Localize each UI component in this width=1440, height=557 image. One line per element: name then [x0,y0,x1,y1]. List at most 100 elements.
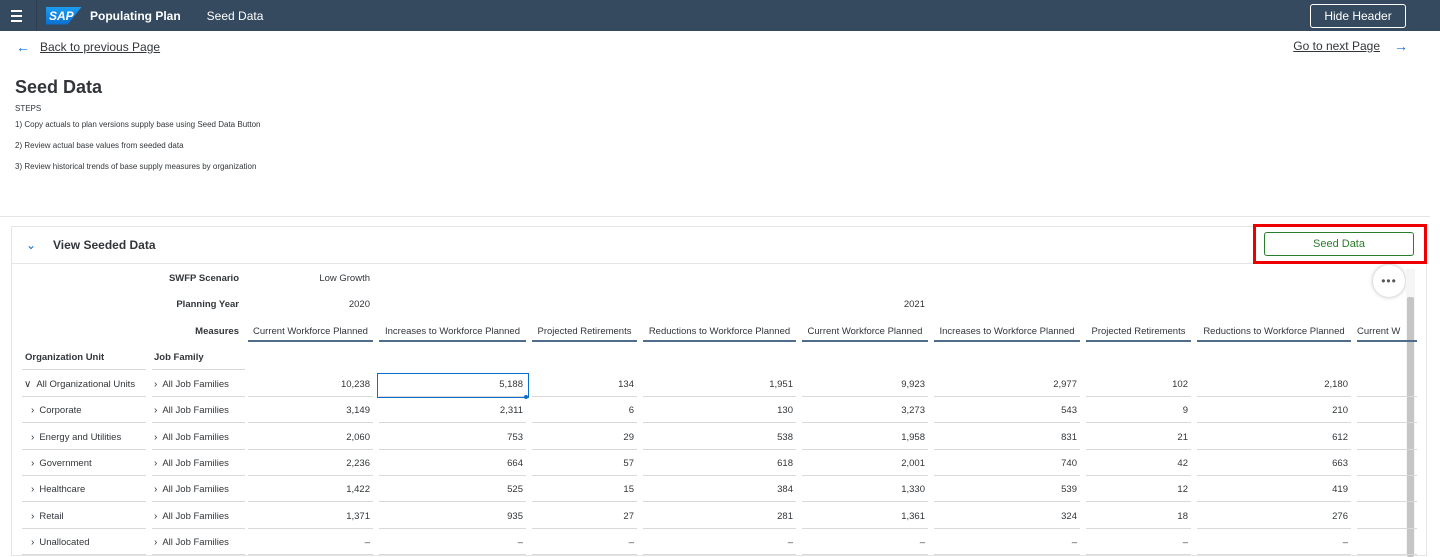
seed-data-button[interactable]: Seed Data [1264,232,1414,256]
data-cell[interactable]: 384 [643,484,793,495]
fill-handle[interactable] [524,395,528,399]
data-cell[interactable]: 10,238 [248,379,370,390]
job-family-cell[interactable]: › All Job Families [154,432,229,443]
org-unit-cell[interactable]: › Government [31,458,92,469]
chevron-right-icon[interactable]: › [154,458,157,469]
next-link-label[interactable]: Go to next Page [1293,39,1380,53]
data-cell[interactable]: 134 [532,379,634,390]
chevron-down-icon[interactable]: ∨ [24,379,31,390]
data-cell[interactable]: 935 [379,511,523,522]
sap-logo[interactable]: SAP [46,6,82,25]
data-cell[interactable]: 6 [532,405,634,416]
job-family-cell[interactable]: › All Job Families [154,511,229,522]
data-cell[interactable]: 1,951 [643,379,793,390]
job-family-cell[interactable]: › All Job Families [154,484,229,495]
measure-header[interactable]: Reductions to Workforce Planned [1197,326,1351,342]
org-unit-cell[interactable]: › Energy and Utilities [31,432,121,443]
data-cell[interactable]: – [1197,537,1348,548]
data-cell[interactable]: – [643,537,793,548]
measure-header[interactable]: Increases to Workforce Planned [934,326,1080,342]
org-unit-cell[interactable]: › Healthcare [31,484,85,495]
data-cell[interactable]: 538 [643,432,793,443]
data-cell[interactable]: 42 [1086,458,1188,469]
chevron-down-icon[interactable]: ⌄ [26,238,36,252]
chevron-right-icon[interactable]: › [31,484,34,495]
data-cell[interactable]: 27 [532,511,634,522]
job-family-cell[interactable]: › All Job Families [154,405,229,416]
data-cell[interactable]: 281 [643,511,793,522]
data-cell[interactable]: – [1086,537,1188,548]
chevron-right-icon[interactable]: › [154,405,157,416]
measure-header[interactable]: Projected Retirements [1086,326,1191,342]
data-cell[interactable]: 419 [1197,484,1348,495]
data-cell[interactable]: 18 [1086,511,1188,522]
org-unit-cell[interactable]: ∨ All Organizational Units [24,379,135,390]
data-cell[interactable]: 539 [934,484,1077,495]
data-cell[interactable]: 543 [934,405,1077,416]
data-cell[interactable]: 2,060 [248,432,370,443]
data-cell[interactable]: 753 [379,432,523,443]
data-cell[interactable]: 1,958 [802,432,925,443]
data-cell[interactable]: – [248,537,370,548]
menu-icon[interactable] [0,0,32,31]
chevron-right-icon[interactable]: › [31,537,34,548]
data-cell[interactable]: 618 [643,458,793,469]
data-cell[interactable]: – [532,537,634,548]
data-cell[interactable]: 525 [379,484,523,495]
job-family-cell[interactable]: › All Job Families [154,458,229,469]
data-cell[interactable]: 3,273 [802,405,925,416]
data-cell[interactable]: 612 [1197,432,1348,443]
org-unit-cell[interactable]: › Corporate [31,405,82,416]
data-cell[interactable]: – [379,537,523,548]
data-cell[interactable]: – [802,537,925,548]
panel-header[interactable]: ⌄ View Seeded Data Seed Data [12,224,1427,264]
chevron-right-icon[interactable]: › [154,432,157,443]
job-family-cell[interactable]: › All Job Families [154,379,229,390]
measure-header[interactable]: Reductions to Workforce Planned [643,326,796,342]
data-cell[interactable]: 2,180 [1197,379,1348,390]
data-cell[interactable]: 740 [934,458,1077,469]
hide-header-button[interactable]: Hide Header [1310,4,1406,28]
data-cell[interactable]: 130 [643,405,793,416]
job-family-cell[interactable]: › All Job Families [154,537,229,548]
back-link[interactable]: ← Back to previous Page [16,39,160,55]
data-cell[interactable]: 324 [934,511,1077,522]
data-cell[interactable]: 663 [1197,458,1348,469]
data-cell[interactable]: 9,923 [802,379,925,390]
data-cell[interactable]: 2,311 [379,405,523,416]
measure-header[interactable]: Projected Retirements [532,326,637,342]
data-cell[interactable]: 1,330 [802,484,925,495]
chevron-right-icon[interactable]: › [154,484,157,495]
data-cell[interactable]: 831 [934,432,1077,443]
data-cell[interactable]: 15 [532,484,634,495]
chevron-right-icon[interactable]: › [154,511,157,522]
chevron-right-icon[interactable]: › [31,405,34,416]
next-link[interactable]: Go to next Page → [1293,38,1408,54]
measure-header[interactable]: Increases to Workforce Planned [379,326,526,342]
chevron-right-icon[interactable]: › [31,458,34,469]
data-cell[interactable]: – [934,537,1077,548]
data-cell[interactable]: 21 [1086,432,1188,443]
chevron-right-icon[interactable]: › [31,432,34,443]
chevron-right-icon[interactable]: › [154,379,157,390]
data-cell[interactable]: 102 [1086,379,1188,390]
data-cell[interactable]: 9 [1086,405,1188,416]
data-cell[interactable]: 3,149 [248,405,370,416]
back-link-label[interactable]: Back to previous Page [40,40,160,54]
measure-header[interactable]: Current Workforce Planned [248,326,373,342]
data-cell[interactable]: 1,371 [248,511,370,522]
data-cell[interactable]: 57 [532,458,634,469]
data-cell[interactable]: 210 [1197,405,1348,416]
data-cell[interactable]: 2,977 [934,379,1077,390]
chevron-right-icon[interactable]: › [154,537,157,548]
measure-header[interactable]: Current Workforce Planned [802,326,928,342]
data-cell[interactable]: 1,422 [248,484,370,495]
data-cell[interactable]: 276 [1197,511,1348,522]
data-cell[interactable]: 1,361 [802,511,925,522]
data-cell[interactable]: 664 [379,458,523,469]
data-cell[interactable]: 29 [532,432,634,443]
data-cell[interactable]: 12 [1086,484,1188,495]
data-cell[interactable]: 2,236 [248,458,370,469]
measure-header[interactable]: Current W [1357,326,1417,342]
chevron-right-icon[interactable]: › [31,511,34,522]
